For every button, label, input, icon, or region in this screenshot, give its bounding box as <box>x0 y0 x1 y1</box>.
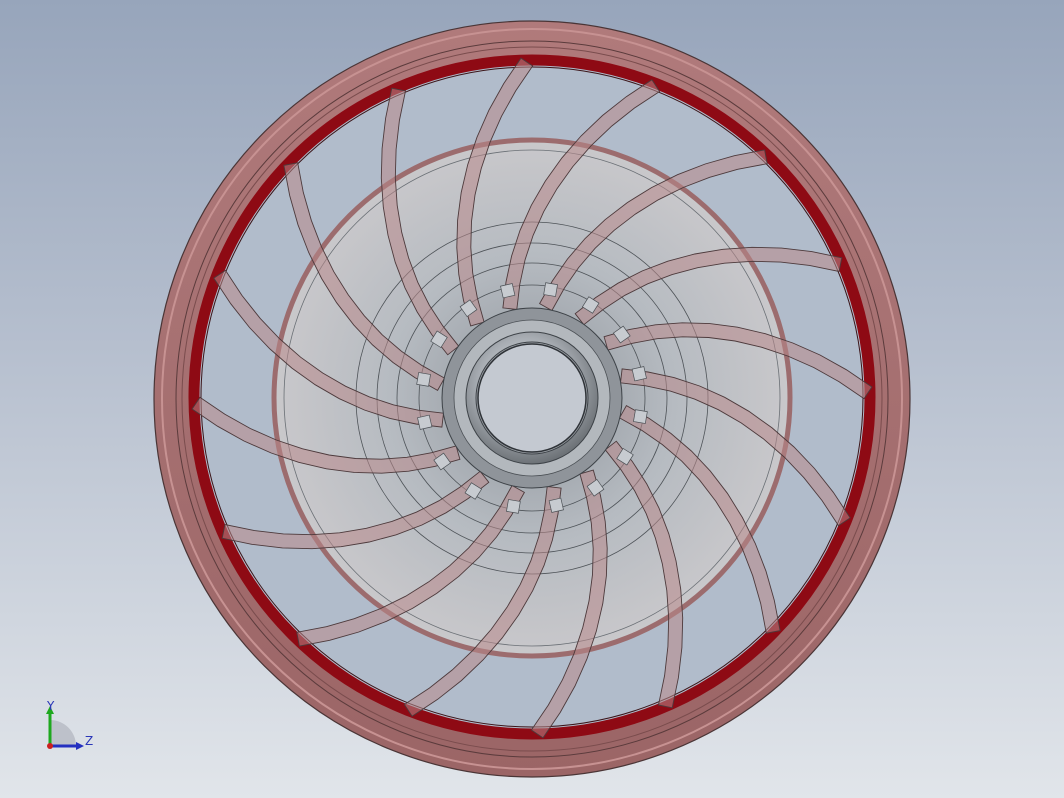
blade-root-tab <box>506 499 521 514</box>
triad-plane <box>50 720 76 746</box>
blade-root-tab <box>417 414 433 430</box>
hub-bore <box>477 343 587 453</box>
blade-root-tab <box>500 283 516 299</box>
blade-root-tab <box>416 372 431 387</box>
blade-root-tab <box>631 366 647 382</box>
model-view[interactable] <box>0 0 1064 798</box>
triad-origin <box>47 743 53 749</box>
blade-root-tab <box>633 409 648 424</box>
hub[interactable] <box>441 307 623 489</box>
coordinate-triad[interactable]: Y Z <box>38 698 98 758</box>
cad-viewport[interactable]: Y Z <box>0 0 1064 798</box>
z-axis-label: Z <box>85 734 93 748</box>
blade-root-tab <box>548 497 564 513</box>
blade-root-tab <box>543 282 558 297</box>
y-axis-label: Y <box>46 699 55 713</box>
